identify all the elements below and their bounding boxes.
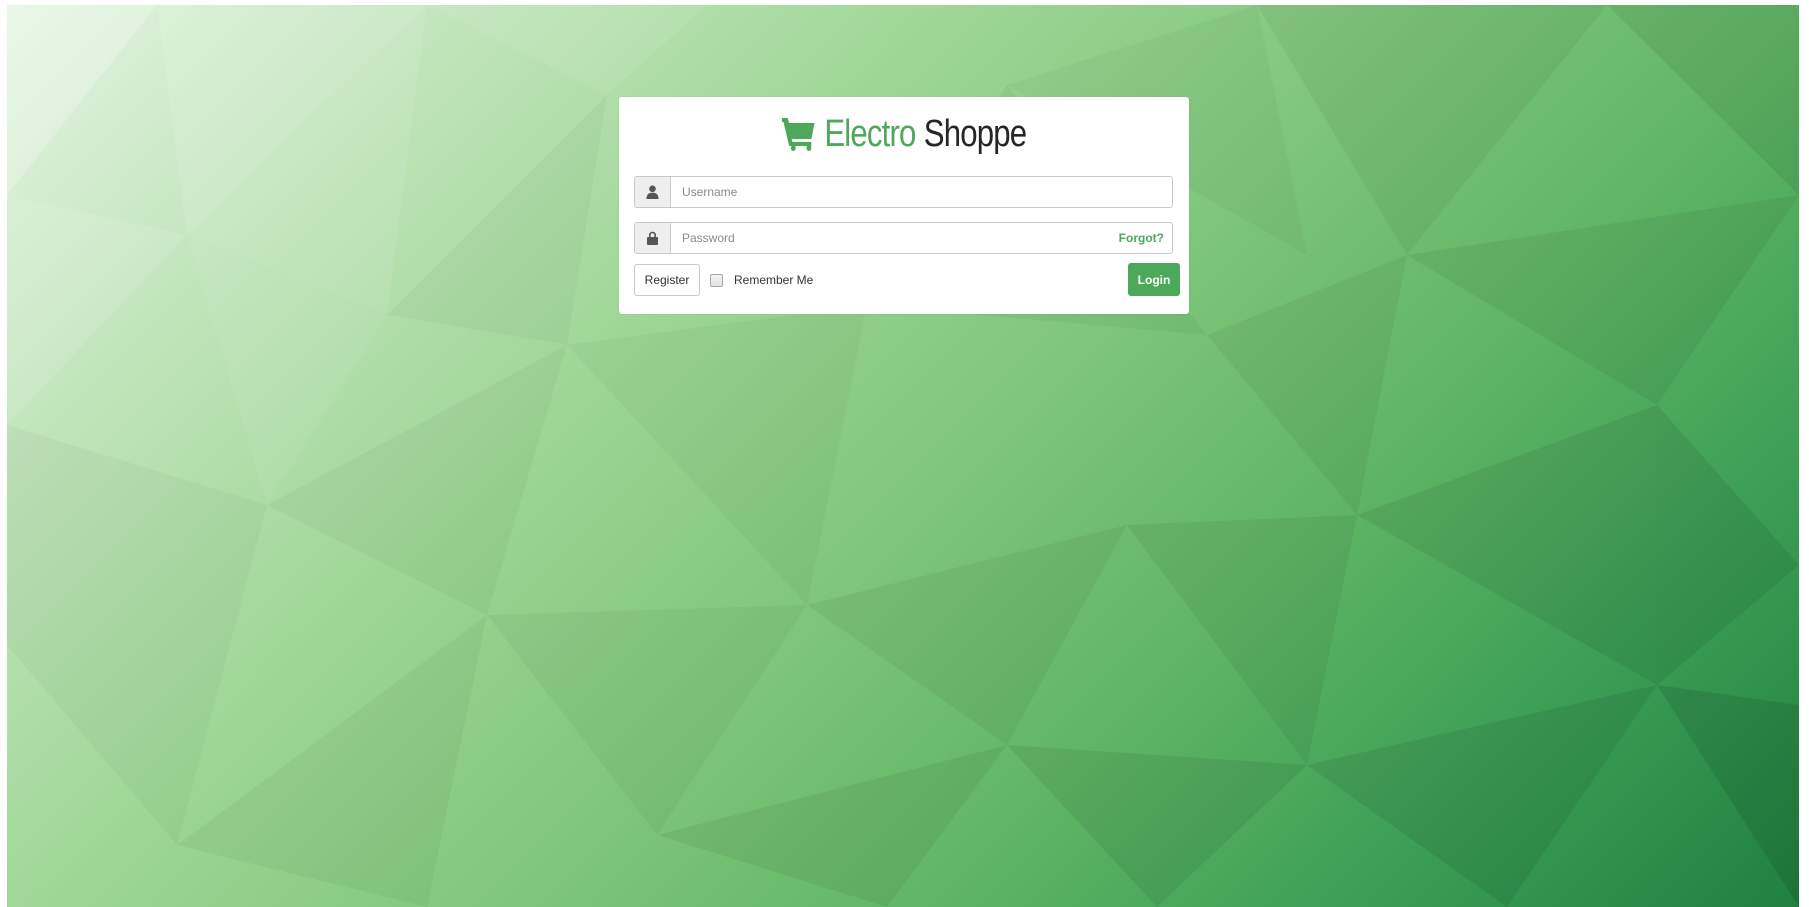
forgot-password-link[interactable]: Forgot?	[1119, 223, 1172, 253]
password-input[interactable]	[671, 223, 1119, 253]
user-icon	[635, 177, 671, 207]
checkbox-box[interactable]	[710, 273, 723, 287]
lock-icon	[635, 223, 671, 253]
brand-logo: Electro Shoppe	[670, 111, 1137, 157]
username-field-group	[634, 176, 1173, 208]
remember-me-label: Remember Me	[734, 273, 814, 287]
brand-word-shoppe: Shoppe	[923, 112, 1027, 155]
username-input[interactable]	[671, 177, 1172, 207]
login-button[interactable]: Login	[1128, 263, 1180, 296]
brand-word-electro: Electro	[824, 112, 916, 155]
login-card: Electro Shoppe Forgot? Register Remember…	[619, 97, 1189, 314]
register-button[interactable]: Register	[634, 264, 700, 296]
remember-me-checkbox[interactable]: Remember Me	[710, 272, 813, 288]
shopping-cart-icon	[781, 118, 815, 151]
password-field-group: Forgot?	[634, 222, 1173, 254]
page-background: Electro Shoppe Forgot? Register Remember…	[7, 5, 1799, 907]
